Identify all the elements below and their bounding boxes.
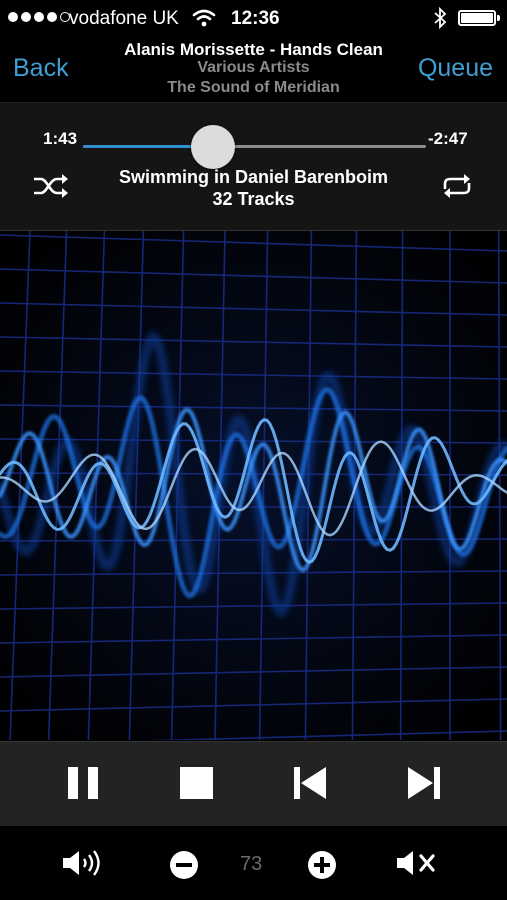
next-track-icon[interactable] — [406, 766, 442, 800]
status-time: 12:36 — [231, 8, 280, 29]
repeat-icon[interactable] — [439, 173, 475, 199]
volume-down-icon[interactable] — [169, 850, 199, 880]
status-bar: vodafone UK 12:36 — [0, 0, 507, 36]
volume-level: 73 — [240, 853, 263, 875]
playback-info-panel: 1:43 -2:47 Swimming in Daniel Barenboim … — [0, 103, 507, 231]
pause-icon[interactable] — [66, 766, 100, 800]
mute-icon[interactable] — [396, 850, 440, 876]
bluetooth-icon — [434, 7, 447, 29]
playlist-track-count: 32 Tracks — [212, 189, 295, 209]
signal-dots-icon — [8, 12, 70, 22]
waveform-artwork — [0, 231, 507, 740]
elapsed-time: 1:43 — [43, 129, 78, 148]
progress-thumb[interactable] — [191, 125, 236, 169]
carrier-name: vodafone UK — [69, 8, 179, 29]
volume-bar: 73 — [0, 826, 507, 900]
progress-slider[interactable] — [83, 125, 426, 169]
volume-up-icon[interactable] — [307, 850, 337, 880]
queue-button[interactable]: Queue — [418, 54, 493, 83]
battery-icon — [458, 10, 496, 26]
remaining-time: -2:47 — [428, 129, 468, 148]
speaker-icon[interactable] — [62, 850, 106, 876]
stop-icon[interactable] — [180, 766, 214, 800]
battery-tip — [497, 15, 500, 21]
wifi-icon — [192, 9, 216, 27]
transport-controls — [0, 741, 507, 826]
navigation-bar: Back Alanis Morissette - Hands Clean Var… — [0, 36, 507, 103]
previous-track-icon[interactable] — [292, 766, 328, 800]
waveform-visualizer-image — [0, 231, 507, 740]
playlist-name: Swimming in Daniel Barenboim — [118, 167, 389, 187]
